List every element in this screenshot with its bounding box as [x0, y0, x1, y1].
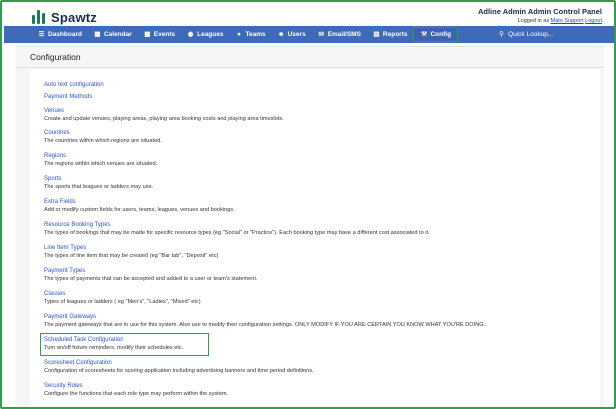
- logo-bars-icon: [32, 10, 45, 24]
- nav-label: Teams: [245, 31, 266, 38]
- config-link[interactable]: Resource Booking Types: [44, 222, 592, 228]
- nav-leagues[interactable]: ◉ Leagues: [181, 27, 229, 42]
- user-icon: ☻: [277, 31, 285, 38]
- nav-config[interactable]: ⚒ Config: [413, 27, 459, 42]
- config-item-countries: Countries The countries within which reg…: [44, 130, 592, 144]
- config-description: The types of bookings that may be made f…: [44, 230, 430, 236]
- nav-reports[interactable]: ▤ Reports: [367, 27, 414, 42]
- nav-label: Config: [430, 31, 452, 38]
- config-item-regions: Regions The regions within which venues …: [44, 153, 592, 167]
- config-description: Configuration of scoresheets for scoring…: [44, 368, 314, 374]
- nav-events[interactable]: ▩ Events: [138, 27, 181, 42]
- config-item-extra-fields: Extra Fields Add or modify custom fields…: [44, 199, 592, 213]
- config-link[interactable]: Classes: [44, 291, 592, 297]
- config-description: The countries within which regions are s…: [44, 138, 162, 144]
- title-divider: [16, 67, 604, 68]
- reports-icon: ▤: [373, 31, 380, 38]
- config-link[interactable]: Scoresheet Configuration: [44, 360, 592, 366]
- logout-link[interactable]: Logout: [585, 18, 602, 24]
- config-item-payment-gateways: Payment Gateways The payment gateways th…: [44, 314, 592, 328]
- config-item-security-roles: Security Roles Configure the functions t…: [44, 383, 592, 397]
- nav-label: Events: [153, 31, 176, 38]
- brand-logo[interactable]: Spawtz: [32, 9, 97, 25]
- config-link[interactable]: Security Roles: [44, 383, 592, 389]
- admin-panel-title: Adline Admin Admin Control Panel: [477, 7, 602, 16]
- config-description: Configure the functions that each role t…: [44, 391, 229, 397]
- config-description: The sports that leagues or ladders may u…: [44, 184, 154, 190]
- config-link[interactable]: Extra Fields: [44, 199, 592, 205]
- nav-label: Reports: [382, 31, 408, 38]
- config-item-line-item-types: Line Item Types The types of line item t…: [44, 245, 592, 259]
- nav-label: Email/SMS: [327, 31, 361, 38]
- brand-name: Spawtz: [51, 9, 97, 25]
- quick-lookup[interactable]: ⚲ Quick Lookup...: [492, 27, 559, 42]
- calendar-icon: ▦: [94, 31, 101, 38]
- config-item-payment-types: Payment Types The types of payments that…: [44, 268, 592, 282]
- config-description: Add or modify custom fields for users, t…: [44, 207, 235, 213]
- leagues-icon: ◉: [187, 31, 194, 38]
- current-user-link[interactable]: Mato Support: [551, 18, 584, 24]
- page-title: Configuration: [30, 52, 81, 62]
- nav-label: Leagues: [197, 31, 224, 38]
- config-item-classes: Classes Types of leagues or ladders ( eg…: [44, 291, 592, 305]
- config-link[interactable]: Payment Gateways: [44, 314, 592, 320]
- config-link[interactable]: Countries: [44, 130, 592, 136]
- config-description: Types of leagues or ladders ( eg "Men's"…: [44, 299, 201, 305]
- config-description: The payment gateways that are in use for…: [44, 322, 486, 328]
- config-link[interactable]: Payment Types: [44, 268, 592, 274]
- config-item-payment-methods: Payment Methods: [44, 94, 592, 100]
- nav-teams[interactable]: ● Teams: [229, 27, 271, 42]
- header: Spawtz Adline Admin Admin Control Panel …: [4, 4, 614, 28]
- quick-lookup-label: Quick Lookup...: [508, 31, 554, 38]
- nav-label: Calendar: [103, 31, 132, 38]
- logged-in-prefix: Logged in as: [517, 18, 551, 24]
- config-item-sports: Sports The sports that leagues or ladder…: [44, 176, 592, 190]
- email-icon: ✉: [318, 31, 324, 38]
- login-status: Logged in as Mato Support Logout: [518, 18, 602, 24]
- layers-icon: ☰: [38, 31, 45, 38]
- config-item-auto-text: Auto text configuration: [44, 82, 592, 88]
- nav-label: Users: [287, 31, 306, 38]
- nav-calendar[interactable]: ▦ Calendar: [88, 27, 138, 42]
- config-description: The types of line item that may be creat…: [44, 253, 219, 259]
- nav-users[interactable]: ☻ Users: [272, 27, 312, 42]
- config-description: The regions within which venues are situ…: [44, 161, 158, 167]
- config-link[interactable]: Sports: [44, 176, 592, 182]
- wrench-icon: ⚒: [421, 31, 427, 38]
- app-frame: Spawtz Adline Admin Admin Control Panel …: [0, 0, 616, 409]
- config-item-resource-booking-types: Resource Booking Types The types of book…: [44, 222, 592, 236]
- nav-label: Dashboard: [48, 31, 82, 38]
- search-icon: ⚲: [499, 31, 504, 38]
- config-link[interactable]: Auto text configuration: [44, 82, 592, 88]
- config-link[interactable]: Line Item Types: [44, 245, 592, 251]
- config-description: Create and update venues, playing areas,…: [44, 116, 284, 122]
- config-item-venues: Venues Create and update venues, playing…: [44, 108, 592, 122]
- config-link[interactable]: Regions: [44, 153, 592, 159]
- teams-icon: ●: [237, 31, 241, 38]
- nav-dashboard[interactable]: ☰ Dashboard: [32, 27, 88, 42]
- config-list-card: Auto text configuration Payment Methods …: [30, 69, 600, 407]
- scheduled-task-highlight: [40, 333, 209, 356]
- main-navbar: ☰ Dashboard ▦ Calendar ▩ Events ◉ League…: [4, 26, 614, 43]
- config-link[interactable]: Payment Methods: [44, 94, 592, 100]
- config-link[interactable]: Venues: [44, 108, 592, 114]
- nav-email-sms[interactable]: ✉ Email/SMS: [312, 27, 367, 42]
- config-item-scoresheet: Scoresheet Configuration Configuration o…: [44, 360, 592, 374]
- config-description: The types of payments that can be accept…: [44, 276, 258, 282]
- events-icon: ▩: [144, 31, 151, 38]
